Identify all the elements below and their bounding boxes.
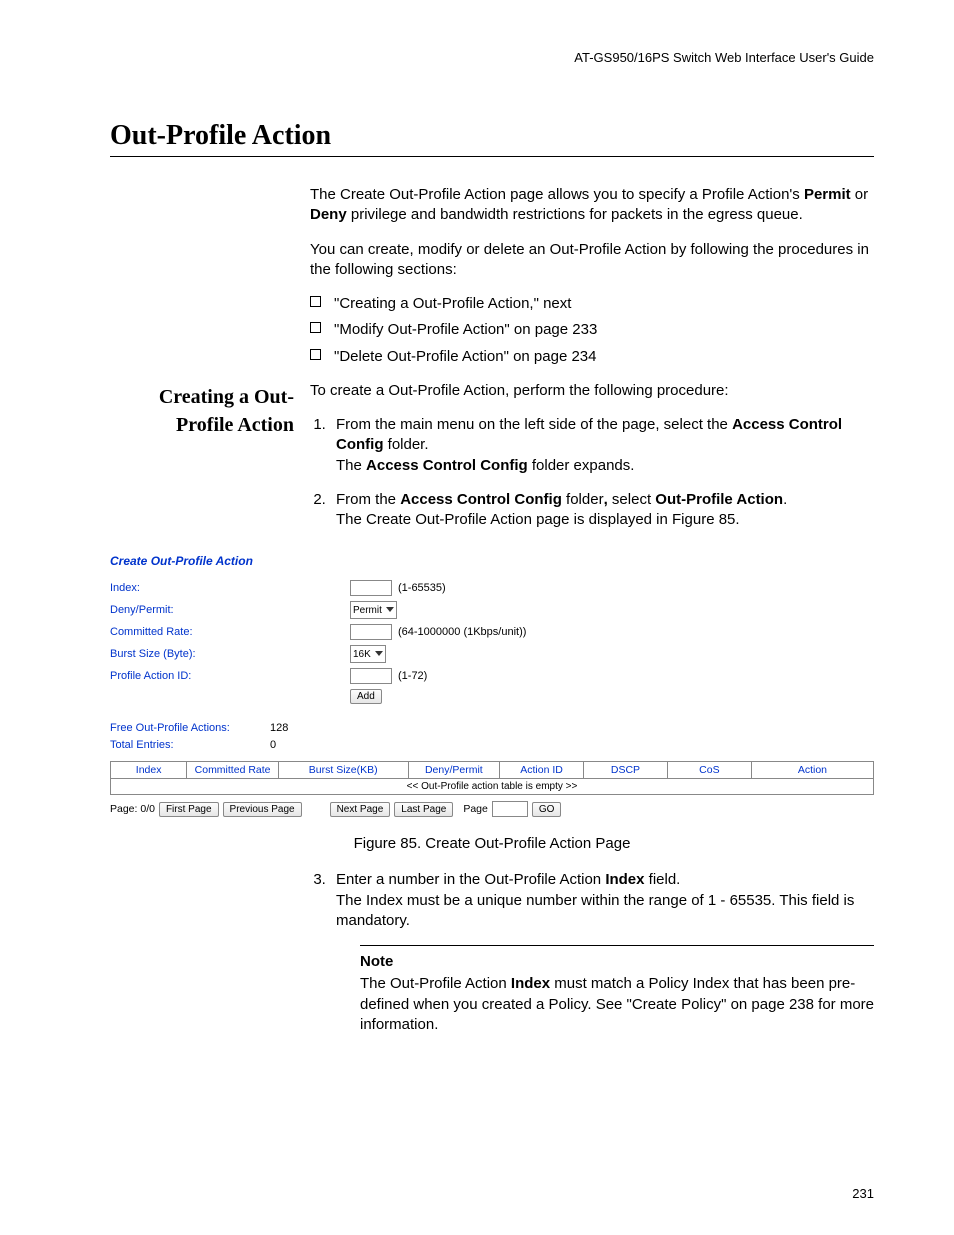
note-block: Note The Out-Profile Action Index must m… (360, 945, 874, 1035)
text: The Out-Profile Action (360, 975, 511, 992)
text: The (336, 457, 366, 474)
first-page-button[interactable]: First Page (159, 802, 219, 817)
deny-permit-select[interactable]: Permit (350, 601, 397, 619)
add-button[interactable]: Add (350, 689, 382, 704)
step-3: Enter a number in the Out-Profile Action… (330, 870, 874, 1035)
text-bold: Permit (804, 186, 851, 203)
page-label: Page (463, 803, 488, 815)
step-2: From the Access Control Config folder, s… (330, 490, 874, 531)
text-bold: Access Control Config (366, 457, 528, 474)
last-page-button[interactable]: Last Page (394, 802, 453, 817)
figure-screenshot: Create Out-Profile Action Index: (1-6553… (110, 554, 874, 817)
pager: Page: 0/0 First Page Previous Page Next … (110, 801, 874, 817)
label-total-entries: Total Entries: (110, 739, 270, 751)
burst-size-select[interactable]: 16K (350, 645, 386, 663)
intro-paragraph-1: The Create Out-Profile Action page allow… (310, 185, 874, 226)
step-1: From the main menu on the left side of t… (330, 415, 874, 476)
select-value: 16K (353, 649, 371, 660)
intro-paragraph-2: You can create, modify or delete an Out-… (310, 240, 874, 281)
col-cos: CoS (667, 762, 751, 779)
panel-title: Create Out-Profile Action (110, 554, 874, 568)
previous-page-button[interactable]: Previous Page (223, 802, 302, 817)
text: Enter a number in the Out-Profile Action (336, 871, 605, 888)
label-committed-rate: Committed Rate: (110, 626, 350, 638)
bullet-item: "Delete Out-Profile Action" on page 234 (310, 347, 874, 367)
hint-index: (1-65535) (398, 582, 446, 594)
table-empty-message: << Out-Profile action table is empty >> (111, 779, 874, 795)
page-input[interactable] (492, 801, 528, 817)
col-committed-rate: Committed Rate (187, 762, 279, 779)
col-burst-size: Burst Size(KB) (278, 762, 408, 779)
subsection-lead: To create a Out-Profile Action, perform … (310, 381, 874, 401)
label-index: Index: (110, 582, 350, 594)
actions-table: Index Committed Rate Burst Size(KB) Deny… (110, 761, 874, 795)
bullet-item: "Creating a Out-Profile Action," next (310, 294, 874, 314)
text: select (612, 491, 655, 508)
note-label: Note (360, 952, 874, 972)
page-info: Page: 0/0 (110, 803, 155, 815)
heading-line: Creating a Out- (159, 386, 294, 408)
intro-bullets: "Creating a Out-Profile Action," next "M… (310, 294, 874, 367)
text: privilege and bandwidth restrictions for… (347, 206, 803, 223)
go-button[interactable]: GO (532, 802, 562, 817)
square-bullet-icon (310, 349, 321, 360)
figure-caption: Figure 85. Create Out-Profile Action Pag… (110, 835, 874, 852)
value-free-actions: 128 (270, 722, 330, 734)
hint-committed-rate: (64-1000000 (1Kbps/unit)) (398, 626, 526, 638)
select-value: Permit (353, 605, 382, 616)
text: folder. (383, 436, 428, 453)
text-bold: Index (511, 975, 550, 992)
next-page-button[interactable]: Next Page (330, 802, 391, 817)
col-index: Index (111, 762, 187, 779)
heading-line: Profile Action (176, 414, 294, 436)
bullet-text: "Delete Out-Profile Action" on page 234 (334, 348, 596, 365)
text: The Create Out-Profile Action page is di… (336, 511, 740, 528)
label-burst-size: Burst Size (Byte): (110, 648, 350, 660)
label-profile-action-id: Profile Action ID: (110, 670, 350, 682)
text: From the main menu on the left side of t… (336, 416, 732, 433)
text-bold: Deny (310, 206, 347, 223)
value-total-entries: 0 (270, 739, 276, 751)
bullet-text: "Modify Out-Profile Action" on page 233 (334, 321, 597, 338)
col-action-id: Action ID (500, 762, 584, 779)
text: . (783, 491, 787, 508)
text: The Index must be a unique number within… (336, 892, 854, 929)
bullet-item: "Modify Out-Profile Action" on page 233 (310, 320, 874, 340)
page-number: 231 (852, 1186, 874, 1201)
col-deny-permit: Deny/Permit (408, 762, 500, 779)
text: field. (645, 871, 681, 888)
text: folder (562, 491, 604, 508)
label-deny-permit: Deny/Permit: (110, 604, 350, 616)
text-bold: Index (605, 871, 644, 888)
text: or (851, 186, 869, 203)
bullet-text: "Creating a Out-Profile Action," next (334, 295, 571, 312)
hint-profile-action-id: (1-72) (398, 670, 427, 682)
col-dscp: DSCP (584, 762, 668, 779)
text: folder expands. (528, 457, 635, 474)
doc-header: AT-GS950/16PS Switch Web Interface User'… (110, 50, 874, 65)
procedure-steps-cont: Enter a number in the Out-Profile Action… (310, 870, 874, 1035)
text: The Create Out-Profile Action page allow… (310, 186, 804, 203)
text-bold: , (604, 491, 612, 508)
square-bullet-icon (310, 322, 321, 333)
subsection-heading: Creating a Out- Profile Action (110, 381, 310, 545)
col-action: Action (751, 762, 873, 779)
section-title: Out-Profile Action (110, 120, 874, 157)
procedure-steps: From the main menu on the left side of t… (310, 415, 874, 530)
text: From the (336, 491, 400, 508)
profile-action-id-input[interactable] (350, 668, 392, 684)
label-free-actions: Free Out-Profile Actions: (110, 722, 270, 734)
text-bold: Out-Profile Action (655, 491, 783, 508)
square-bullet-icon (310, 296, 321, 307)
text-bold: Access Control Config (400, 491, 562, 508)
committed-rate-input[interactable] (350, 624, 392, 640)
index-input[interactable] (350, 580, 392, 596)
